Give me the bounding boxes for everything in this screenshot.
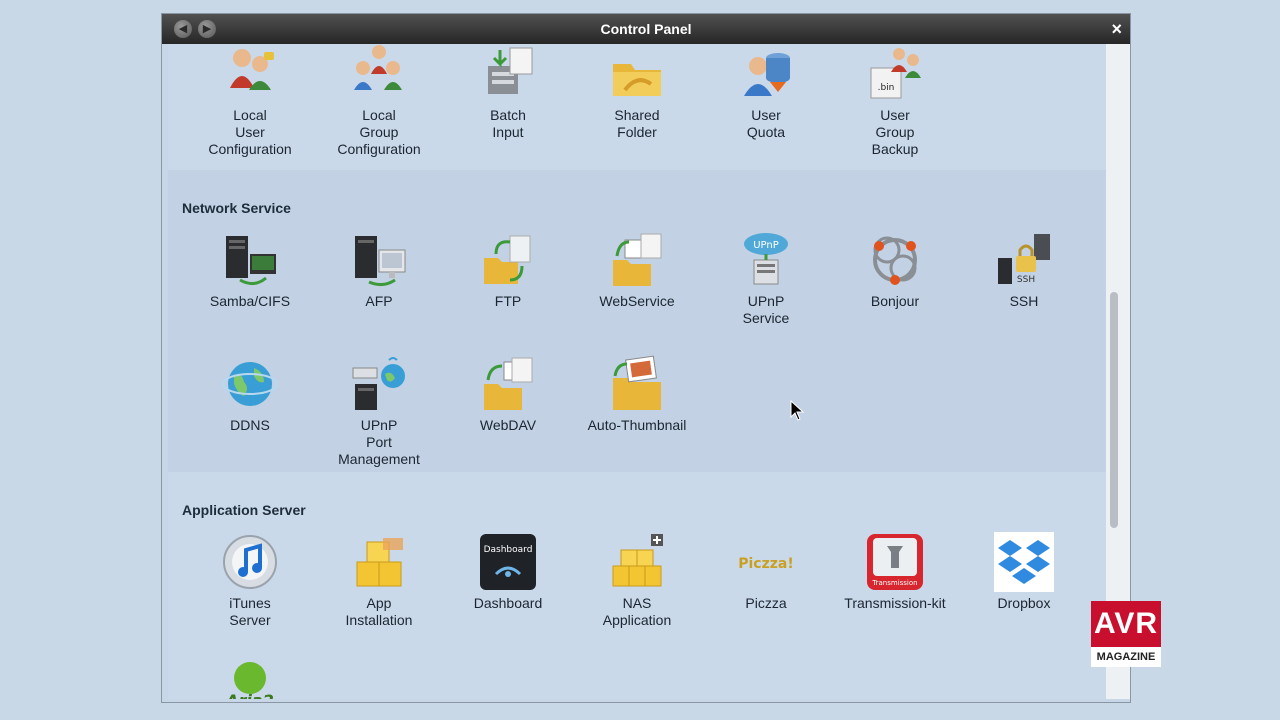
section-title: Application Server <box>182 502 306 518</box>
item-label: Shared Folder <box>614 107 660 140</box>
afp-icon <box>355 236 406 287</box>
ftp-icon <box>484 235 531 284</box>
backup-badge: .bin <box>878 83 895 93</box>
window-title: Control Panel <box>600 21 692 37</box>
dropbox-icon <box>994 532 1054 592</box>
bonjour-item[interactable]: Bonjour <box>831 230 959 310</box>
logo-bottom: MAGAZINE <box>1091 647 1161 667</box>
user-quota-icon <box>744 53 790 96</box>
upnp-service-item[interactable]: UPnP UPnP Service <box>702 230 830 327</box>
item-label: Transmission-kit <box>844 595 946 611</box>
item-label: User Group Backup <box>871 107 919 157</box>
transmission-kit-item[interactable]: Transmission Transmission-kit <box>831 532 959 612</box>
aria2-item[interactable]: Aria2 <box>186 656 314 699</box>
item-label: iTunes Server <box>229 595 271 628</box>
local-user-configuration-item[interactable]: Local User Configuration <box>186 44 314 158</box>
samba-cifs-item[interactable]: Samba/CIFS <box>186 230 314 310</box>
avr-magazine-logo: AVR MAGAZINE <box>1091 601 1161 667</box>
mouse-pointer-icon <box>790 400 805 421</box>
back-button[interactable]: ◀ <box>174 20 192 38</box>
ssh-item[interactable]: SSH SSH <box>960 230 1088 310</box>
itunes-icon <box>223 535 277 589</box>
ssh-badge: SSH <box>1017 275 1035 285</box>
item-label: Dashboard <box>473 595 543 611</box>
user-group-backup-icon: .bin <box>870 48 921 99</box>
aria2-icon: Aria2 <box>224 662 274 699</box>
close-button[interactable]: × <box>1111 14 1122 44</box>
scroll-thumb[interactable] <box>1110 292 1118 528</box>
item-label: User Quota <box>746 107 786 140</box>
nas-application-icon <box>612 534 663 587</box>
users-icon <box>230 49 274 90</box>
dashboard-icon: Dashboard <box>480 534 536 590</box>
item-label: Piczza <box>745 595 787 611</box>
panel-content: Local User Configuration Local Group Con… <box>168 44 1106 699</box>
upnp-service-icon: UPnP <box>744 233 788 285</box>
webdav-item[interactable]: WebDAV <box>444 354 572 434</box>
app-installation-item[interactable]: App Installation <box>315 532 443 629</box>
group-icon <box>354 45 402 90</box>
piczza-icon: Piczza! <box>738 556 794 572</box>
webdav-icon <box>484 357 533 410</box>
local-group-configuration-item[interactable]: Local Group Configuration <box>315 44 443 158</box>
shared-folder-item[interactable]: Shared Folder <box>573 44 701 141</box>
nas-application-item[interactable]: NAS Application <box>573 532 701 629</box>
application-server-section: Application Server iTunes Server App Ins… <box>168 472 1106 699</box>
piczza-badge: Piczza! <box>738 556 794 572</box>
auto-thumbnail-icon <box>613 355 661 410</box>
user-quota-item[interactable]: User Quota <box>702 44 830 141</box>
item-label: DDNS <box>230 417 270 433</box>
item-label: Bonjour <box>870 293 920 309</box>
upnp-port-management-item[interactable]: UPnP Port Management <box>315 354 443 468</box>
ftp-item[interactable]: FTP <box>444 230 572 310</box>
item-label: Local User Configuration <box>208 107 292 157</box>
item-label: Dropbox <box>997 595 1051 611</box>
item-label: UPnP Service <box>742 293 790 326</box>
transmission-badge: Transmission <box>871 579 917 587</box>
afp-item[interactable]: AFP <box>315 230 443 310</box>
item-label: SSH <box>1009 293 1039 309</box>
item-label: Local Group Configuration <box>337 107 421 157</box>
app-installation-icon <box>356 538 403 587</box>
user-group-backup-item[interactable]: .bin User Group Backup <box>831 44 959 158</box>
item-label: NAS Application <box>602 595 672 628</box>
piczza-item[interactable]: Piczza! Piczza <box>702 532 830 612</box>
item-label: AFP <box>365 293 393 309</box>
webservice-item[interactable]: WebService <box>573 230 701 310</box>
ddns-icon <box>222 362 278 406</box>
dropbox-item[interactable]: Dropbox <box>960 532 1088 612</box>
transmission-icon: Transmission <box>867 534 923 590</box>
control-panel-window: ◀ ▶ Control Panel × Local User Configura… <box>161 13 1131 703</box>
item-label: WebService <box>599 293 675 309</box>
dashboard-item[interactable]: Dashboard Dashboard <box>444 532 572 612</box>
forward-button[interactable]: ▶ <box>198 20 216 38</box>
webservice-icon <box>613 233 662 286</box>
item-label: WebDAV <box>479 417 537 433</box>
samba-icon <box>226 236 276 285</box>
item-label: App Installation <box>345 595 413 628</box>
title-bar: ◀ ▶ Control Panel × <box>162 14 1130 44</box>
aria2-badge: Aria2 <box>224 691 274 699</box>
item-label: Samba/CIFS <box>209 293 291 309</box>
privilege-section: Local User Configuration Local Group Con… <box>168 44 1106 170</box>
shared-folder-icon <box>613 64 661 96</box>
upnp-port-icon <box>352 357 405 410</box>
item-label: Auto-Thumbnail <box>587 417 687 433</box>
auto-thumbnail-item[interactable]: Auto-Thumbnail <box>573 354 701 434</box>
network-service-section: Network Service Samba/CIFS AFP FTP WebSe… <box>168 170 1106 472</box>
item-label: Batch Input <box>490 107 526 140</box>
section-title: Network Service <box>182 200 291 216</box>
ssh-icon: SSH <box>998 234 1050 285</box>
batch-input-item[interactable]: Batch Input <box>444 44 572 141</box>
upnp-badge: UPnP <box>753 240 779 251</box>
item-label: FTP <box>494 293 522 309</box>
dashboard-badge: Dashboard <box>484 545 533 555</box>
bonjour-icon <box>873 236 917 285</box>
batch-input-icon <box>488 47 533 94</box>
item-label: UPnP Port Management <box>338 417 420 467</box>
itunes-server-item[interactable]: iTunes Server <box>186 532 314 629</box>
ddns-item[interactable]: DDNS <box>186 354 314 434</box>
logo-top: AVR <box>1091 601 1161 647</box>
